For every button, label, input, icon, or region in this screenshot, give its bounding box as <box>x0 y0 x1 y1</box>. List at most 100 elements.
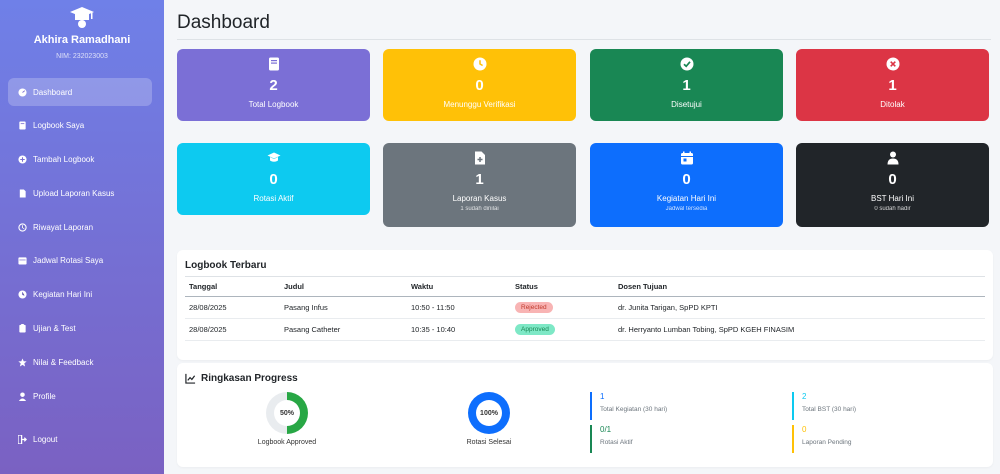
logbook-table: Tanggal Judul Waktu Status Dosen Tujuan 28/0… <box>185 276 985 341</box>
stat-card-ditolak: 1 Ditolak <box>796 49 989 121</box>
book-icon <box>268 57 279 71</box>
stat-card-label: Ditolak <box>880 100 905 109</box>
progress-title: Ringkasan Progress <box>201 373 298 384</box>
sidebar-item-dashboard[interactable]: Dashboard <box>8 78 152 106</box>
stat-card-value: 1 <box>682 77 691 94</box>
cell-waktu: 10:50 - 11:50 <box>407 296 511 319</box>
stat-card-label: Laporan Kasus <box>452 194 507 203</box>
logout-button[interactable]: Logout <box>8 425 152 453</box>
stat-card-laporan-kasus: 1 Laporan Kasus 1 sudah dinilai <box>383 143 576 227</box>
stat-card-label: BST Hari Ini <box>871 194 914 203</box>
sidebar-item-tambah-logbook[interactable]: Tambah Logbook <box>8 146 152 174</box>
sidebar-item-label: Ujian & Test <box>33 324 76 334</box>
progress-donut: 50% Logbook Approved <box>247 392 327 446</box>
title-divider <box>177 39 991 40</box>
sidebar-item-label: Kegiatan Hari Ini <box>33 290 93 300</box>
sidebar-item-logbook-saya[interactable]: Logbook Saya <box>8 112 152 140</box>
history-icon <box>18 223 27 232</box>
sidebar-item-profile[interactable]: Profile <box>8 382 152 410</box>
stat-card-sub: Jadwal tersedia <box>665 206 708 212</box>
stat-card-value: 2 <box>269 77 278 94</box>
stat-card-value: 0 <box>475 77 484 94</box>
logout-icon <box>18 434 27 444</box>
donut-chart: 50% <box>266 392 308 434</box>
sidebar-item-nilai-feedback[interactable]: Nilai & Feedback <box>8 348 152 376</box>
stat-value: 0/1 <box>600 425 612 434</box>
stat-card-sub: 0 sudah hadir <box>874 206 911 212</box>
cell-status: Approved <box>511 318 614 341</box>
clock-icon <box>18 290 27 299</box>
sidebar-item-label: Upload Laporan Kasus <box>33 188 115 198</box>
progress-stat: 2 Total BST (30 hari) <box>792 392 856 420</box>
status-badge: Rejected <box>515 302 553 313</box>
user-nim: NIM: 232023003 <box>56 53 108 60</box>
clock-icon <box>473 57 486 71</box>
sidebar-item-label: Nilai & Feedback <box>33 357 94 367</box>
graduation-cap-icon <box>267 152 280 162</box>
check-circle-icon <box>680 57 693 71</box>
doctor-icon <box>887 151 898 165</box>
user-icon <box>18 392 27 401</box>
table-header: Tanggal <box>185 276 280 297</box>
stat-label: Total Kegiatan (30 hari) <box>600 406 668 413</box>
chart-line-icon <box>185 373 196 384</box>
sidebar-item-label: Tambah Logbook <box>33 155 95 165</box>
cell-dosen: dr. Herryanto Lumban Tobing, SpPD KGEH F… <box>614 318 985 341</box>
cell-judul: Pasang Catheter <box>280 318 407 341</box>
donut-percentage: 50% <box>279 409 294 417</box>
stat-card-value: 0 <box>269 171 278 188</box>
table-header: Status <box>511 276 614 297</box>
cell-tanggal: 28/08/2025 <box>185 318 280 341</box>
table-row[interactable]: 28/08/2025 Pasang Infus 10:50 - 11:50 Rejec… <box>185 296 985 319</box>
stat-label: Total BST (30 hari) <box>802 406 857 413</box>
logbook-panel-title: Logbook Terbaru <box>185 260 267 271</box>
stat-value: 1 <box>600 392 605 401</box>
cell-status: Rejected <box>511 296 614 319</box>
stat-card-sub: 1 sudah dinilai <box>460 206 499 212</box>
donut-chart: 100% <box>468 392 510 434</box>
table-row[interactable]: 28/08/2025 Pasang Catheter 10:35 - 10:40 Ap… <box>185 318 985 341</box>
donut-percentage: 100% <box>480 409 498 417</box>
progress-stat: 0/1 Rotasi Aktif <box>590 425 633 453</box>
progress-panel-header: Ringkasan Progress <box>177 363 993 384</box>
stat-value: 0 <box>802 425 807 434</box>
logout-label: Logout <box>33 434 58 444</box>
cell-judul: Pasang Infus <box>280 296 407 319</box>
stat-label: Rotasi Aktif <box>600 439 633 446</box>
sidebar: Akhira Ramadhani NIM: 232023003 Dashboar… <box>0 0 164 474</box>
book-icon <box>19 121 26 130</box>
stat-value: 2 <box>802 392 807 401</box>
stat-label: Laporan Pending <box>802 439 852 446</box>
sidebar-item-kegiatan-hari-ini[interactable]: Kegiatan Hari Ini <box>8 281 152 309</box>
dashboard-icon <box>18 87 27 97</box>
graduation-cap-icon <box>70 7 94 28</box>
calendar-icon <box>18 257 27 266</box>
sidebar-item-label: Riwayat Laporan <box>33 222 94 232</box>
donut-label: Logbook Approved <box>257 439 317 446</box>
sidebar-nav: Dashboard Logbook Saya Tambah Logbook Uploa… <box>8 78 152 416</box>
stat-card-disetujui: 1 Disetujui <box>590 49 783 121</box>
sidebar-item-jadwal-rotasi-saya[interactable]: Jadwal Rotasi Saya <box>8 247 152 275</box>
progress-donut: 100% Rotasi Selesai <box>449 392 529 446</box>
logbook-panel: Logbook Terbaru Tanggal Judul Waktu Status D… <box>177 250 993 360</box>
stat-card-kegiatan-hari-ini: 0 Kegiatan Hari Ini Jadwal tersedia <box>590 143 783 227</box>
stat-card-total-logbook: 2 Total Logbook <box>177 49 370 121</box>
table-header: Judul <box>280 276 407 297</box>
sidebar-item-label: Dashboard <box>33 87 73 97</box>
stat-card-label: Menunggu Verifikasi <box>443 100 516 109</box>
profile-block: Akhira Ramadhani NIM: 232023003 <box>0 0 164 74</box>
stat-card-value: 0 <box>682 171 691 188</box>
plus-circle-icon <box>18 155 27 164</box>
table-header: Dosen Tujuan <box>614 276 985 297</box>
table-header: Waktu <box>407 276 511 297</box>
sidebar-item-label: Jadwal Rotasi Saya <box>33 256 104 266</box>
cell-tanggal: 28/08/2025 <box>185 296 280 319</box>
stat-card-label: Kegiatan Hari Ini <box>656 194 717 203</box>
sidebar-item-riwayat-laporan[interactable]: Riwayat Laporan <box>8 213 152 241</box>
sidebar-item-ujian-test[interactable]: Ujian & Test <box>8 315 152 343</box>
sidebar-item-upload-laporan-kasus[interactable]: Upload Laporan Kasus <box>8 179 152 207</box>
stat-card-label: Rotasi Aktif <box>253 194 294 203</box>
clipboard-icon <box>19 324 26 333</box>
star-icon <box>18 358 27 367</box>
calendar-day-icon <box>680 151 693 165</box>
